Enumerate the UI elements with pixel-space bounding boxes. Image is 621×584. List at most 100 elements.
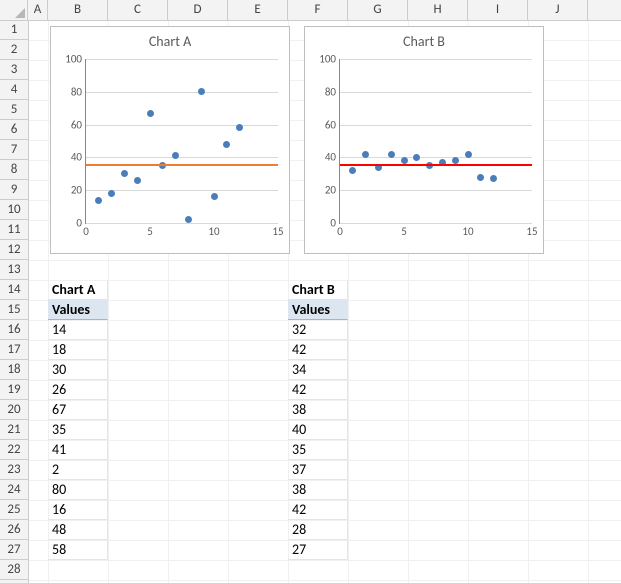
data-point (236, 124, 243, 131)
row-header-14[interactable]: 14 (0, 280, 28, 300)
spreadsheet: ABCDEFGHIJ 12345678910111213141516171819… (0, 0, 621, 584)
row-header-18[interactable]: 18 (0, 360, 28, 380)
row-header-15[interactable]: 15 (0, 300, 28, 320)
column-header-c[interactable]: C (108, 0, 168, 20)
x-tick-label: 0 (337, 223, 343, 238)
data-point (121, 170, 128, 177)
column-header-j[interactable]: J (528, 0, 588, 20)
row-header-17[interactable]: 17 (0, 340, 28, 360)
row-header-23[interactable]: 23 (0, 460, 28, 480)
x-tick-label: 0 (83, 223, 89, 238)
table-b-value[interactable]: 38 (288, 400, 348, 420)
select-all-corner[interactable] (0, 0, 28, 20)
grid[interactable]: Chart A 020406080100051015 Chart B 02040… (28, 20, 621, 583)
row-header-8[interactable]: 8 (0, 160, 28, 180)
row-header-27[interactable]: 27 (0, 540, 28, 560)
table-a-value[interactable]: 14 (48, 320, 108, 340)
table-b-title[interactable]: Chart B (288, 280, 348, 300)
row-header-24[interactable]: 24 (0, 480, 28, 500)
chart-b-plot: 020406080100051015 (339, 59, 532, 224)
row-header-16[interactable]: 16 (0, 320, 28, 340)
data-point (147, 110, 154, 117)
data-point (134, 177, 141, 184)
row-header-6[interactable]: 6 (0, 120, 28, 140)
y-tick-label: 100 (319, 53, 340, 66)
table-a-value[interactable]: 35 (48, 420, 108, 440)
column-header-f[interactable]: F (288, 0, 348, 20)
table-b-value[interactable]: 28 (288, 520, 348, 540)
mean-line (340, 164, 532, 166)
table-b-header[interactable]: Values (288, 300, 348, 320)
data-point (198, 88, 205, 95)
gridline (86, 59, 278, 60)
column-header-e[interactable]: E (228, 0, 288, 20)
table-b-value[interactable]: 35 (288, 440, 348, 460)
y-tick-label: 40 (71, 151, 86, 164)
row-header-21[interactable]: 21 (0, 420, 28, 440)
gridline (340, 190, 532, 191)
table-a-value[interactable]: 18 (48, 340, 108, 360)
data-point (95, 197, 102, 204)
table-a-value[interactable]: 26 (48, 380, 108, 400)
table-a-value[interactable]: 67 (48, 400, 108, 420)
row-header-19[interactable]: 19 (0, 380, 28, 400)
table-b-value[interactable]: 37 (288, 460, 348, 480)
data-point (388, 151, 395, 158)
table-b-value[interactable]: 42 (288, 380, 348, 400)
table-b-value[interactable]: 42 (288, 500, 348, 520)
chart-b[interactable]: Chart B 020406080100051015 (304, 26, 544, 254)
table-b-value[interactable]: 40 (288, 420, 348, 440)
row-header-13[interactable]: 13 (0, 260, 28, 280)
column-header-a[interactable]: A (28, 0, 48, 20)
row-header-4[interactable]: 4 (0, 80, 28, 100)
column-header-h[interactable]: H (408, 0, 468, 20)
mean-line (86, 164, 278, 166)
gridline (86, 125, 278, 126)
table-b-value[interactable]: 27 (288, 540, 348, 560)
data-point (477, 174, 484, 181)
table-a-value[interactable]: 58 (48, 540, 108, 560)
chart-a[interactable]: Chart A 020406080100051015 (50, 26, 290, 254)
table-b-value[interactable]: 34 (288, 360, 348, 380)
column-header-d[interactable]: D (168, 0, 228, 20)
row-header-28[interactable]: 28 (0, 560, 28, 580)
row-header-26[interactable]: 26 (0, 520, 28, 540)
y-tick-label: 100 (65, 53, 86, 66)
table-a-value[interactable]: 41 (48, 440, 108, 460)
table-a-value[interactable]: 80 (48, 480, 108, 500)
y-tick-label: 80 (325, 85, 340, 98)
column-header-i[interactable]: I (468, 0, 528, 20)
row-header-3[interactable]: 3 (0, 60, 28, 80)
row-header-9[interactable]: 9 (0, 180, 28, 200)
table-a-value[interactable]: 2 (48, 460, 108, 480)
table-a-title[interactable]: Chart A (48, 280, 108, 300)
row-header-25[interactable]: 25 (0, 500, 28, 520)
data-point (413, 154, 420, 161)
row-header-11[interactable]: 11 (0, 220, 28, 240)
table-b-value[interactable]: 38 (288, 480, 348, 500)
row-header-1[interactable]: 1 (0, 20, 28, 40)
row-headers: 1234567891011121314151617181920212223242… (0, 20, 29, 583)
data-point (223, 141, 230, 148)
gridline (86, 223, 278, 224)
y-tick-label: 20 (71, 184, 86, 197)
x-tick-label: 15 (526, 223, 537, 238)
column-header-g[interactable]: G (348, 0, 408, 20)
row-header-12[interactable]: 12 (0, 240, 28, 260)
table-a-value[interactable]: 48 (48, 520, 108, 540)
table-a-header[interactable]: Values (48, 300, 108, 320)
row-header-5[interactable]: 5 (0, 100, 28, 120)
row-header-2[interactable]: 2 (0, 40, 28, 60)
gridline (86, 157, 278, 158)
table-a-value[interactable]: 30 (48, 360, 108, 380)
row-header-22[interactable]: 22 (0, 440, 28, 460)
table-a-value[interactable]: 16 (48, 500, 108, 520)
row-header-20[interactable]: 20 (0, 400, 28, 420)
column-header-b[interactable]: B (48, 0, 108, 20)
row-header-7[interactable]: 7 (0, 140, 28, 160)
data-point (362, 151, 369, 158)
table-b-value[interactable]: 42 (288, 340, 348, 360)
table-b-value[interactable]: 32 (288, 320, 348, 340)
x-tick-label: 10 (208, 223, 219, 238)
row-header-10[interactable]: 10 (0, 200, 28, 220)
